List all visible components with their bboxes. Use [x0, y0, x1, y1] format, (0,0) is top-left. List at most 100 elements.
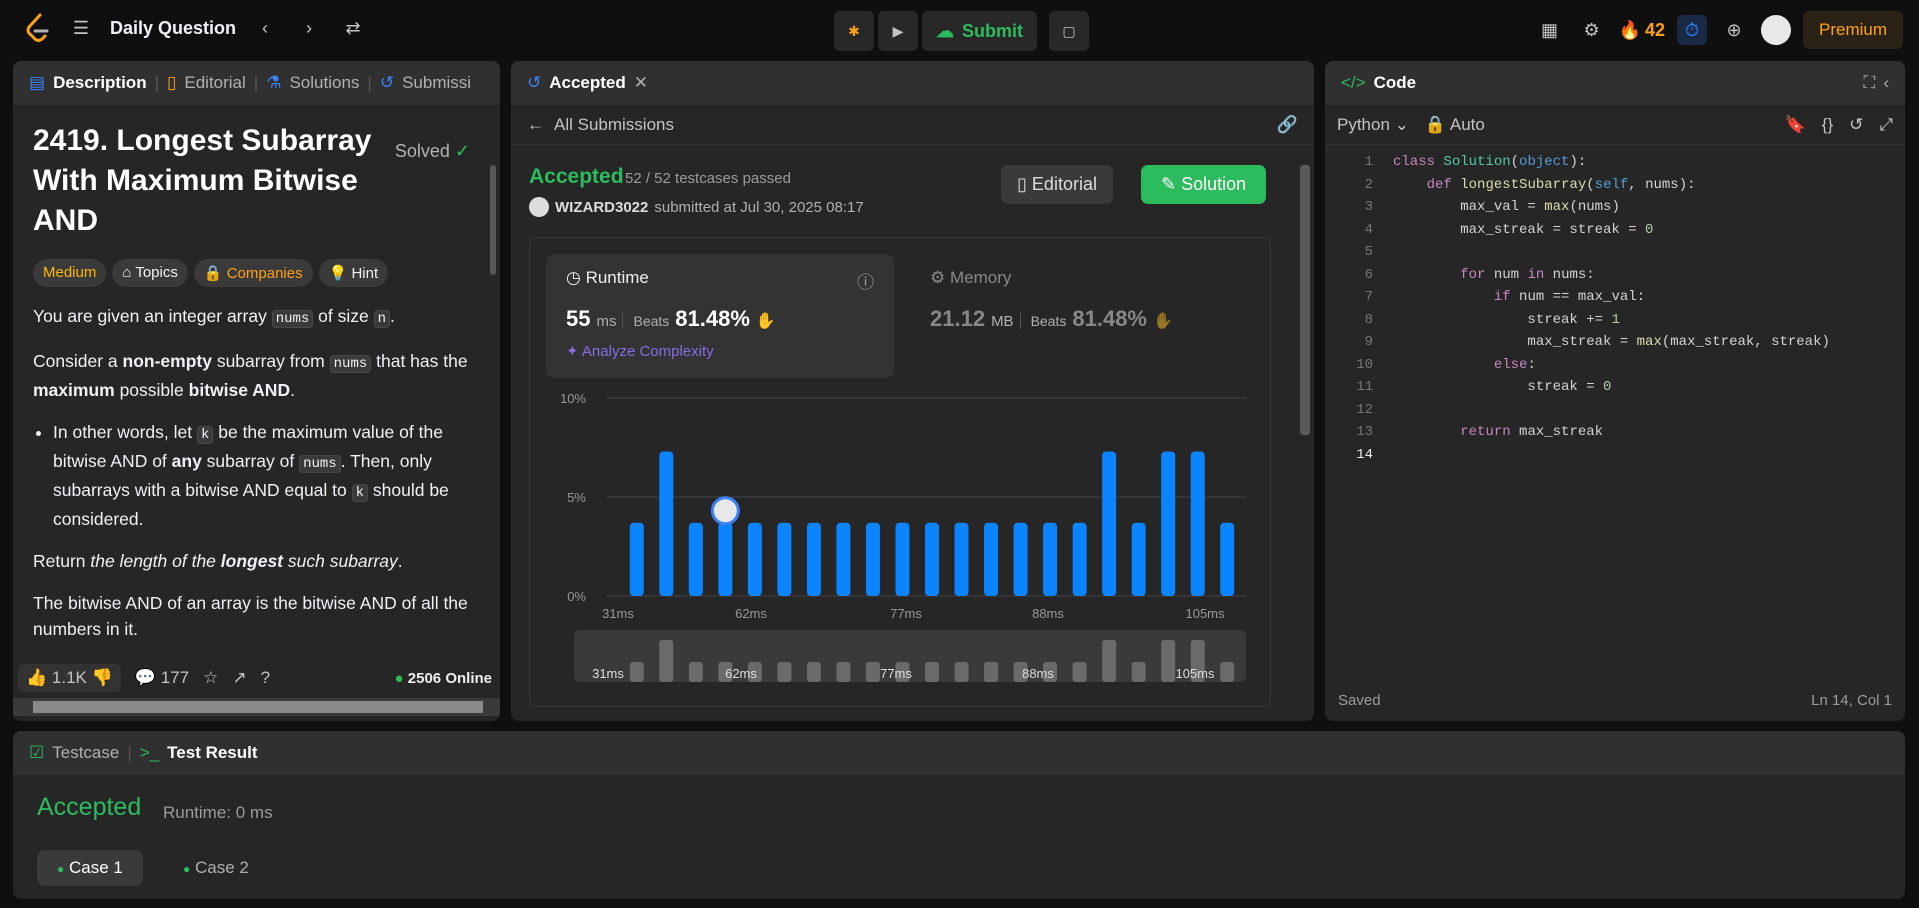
tab-solutions[interactable]: Solutions: [289, 73, 359, 93]
favorite-star-icon[interactable]: ☆: [203, 668, 218, 688]
comments-button[interactable]: 💬 177: [135, 668, 189, 688]
runtime-distribution-chart[interactable]: 10% 5% 0% 31ms 62ms 77ms 88ms 105ms 31ms 62ms 77ms…: [530, 388, 1270, 706]
back-arrow-icon[interactable]: ←: [527, 115, 544, 135]
editorial-button[interactable]: ▯ Editorial: [1001, 165, 1113, 204]
code-line[interactable]: 3 max_val = max(nums): [1325, 196, 1905, 219]
submit-button[interactable]: ☁ Submit: [922, 11, 1037, 51]
submission-scrollbar[interactable]: [1298, 149, 1310, 709]
tab-testcase[interactable]: Testcase: [52, 743, 119, 763]
problem-list-icon[interactable]: ☰: [66, 13, 96, 43]
language-select[interactable]: Python ⌄: [1337, 115, 1409, 135]
format-braces-icon[interactable]: {}: [1822, 115, 1833, 135]
y-tick-label: 5%: [567, 490, 586, 505]
debug-button[interactable]: ✱: [834, 11, 874, 51]
terminal-icon: >_: [139, 743, 160, 762]
collapse-icon[interactable]: ‹: [1883, 73, 1889, 93]
tab-editorial[interactable]: Editorial: [184, 73, 245, 93]
premium-button[interactable]: Premium: [1802, 11, 1903, 49]
line-number: 10: [1356, 356, 1373, 373]
case-1-tab[interactable]: ● Case 1: [37, 850, 143, 886]
shuffle-icon[interactable]: ⇄: [338, 13, 368, 43]
username[interactable]: WIZARD3022: [555, 199, 648, 216]
all-submissions-link[interactable]: All Submissions: [554, 115, 674, 135]
analyze-complexity-link[interactable]: ✦ Analyze Complexity: [566, 342, 874, 360]
runtime-card[interactable]: ◷ Runtime ⓘ 55 ms Beats 81.48% ✋ ✦ Analyze Co…: [546, 254, 894, 378]
topics-tag[interactable]: ⌂ Topics: [112, 259, 188, 287]
page-title[interactable]: Daily Question: [110, 18, 236, 39]
overview-bar: [1220, 662, 1235, 682]
avatar[interactable]: [1760, 15, 1791, 45]
add-friend-icon[interactable]: ⊕: [1719, 15, 1749, 45]
link-icon[interactable]: 🔗: [1277, 115, 1298, 135]
settings-gear-icon[interactable]: ⚙: [1577, 15, 1607, 45]
scroll-thumb[interactable]: [1300, 165, 1310, 435]
like-count: 1.1K: [51, 668, 87, 687]
chart-bar: [925, 522, 939, 596]
chart-bar: [777, 522, 792, 596]
tab-description[interactable]: Description: [53, 73, 147, 93]
x-tick-label: 62ms: [735, 606, 767, 621]
next-problem-icon[interactable]: ›: [294, 13, 324, 43]
fullscreen-icon[interactable]: ⛶: [1863, 73, 1875, 93]
info-icon[interactable]: ⓘ: [857, 268, 874, 293]
solution-button[interactable]: ✎ Solution: [1141, 165, 1267, 204]
notes-button[interactable]: ▢: [1049, 11, 1089, 51]
code-text: def longestSubarray(self, nums):: [1426, 176, 1696, 193]
cursor-position: Ln 14, Col 1: [1811, 692, 1892, 709]
chart-bar: [836, 522, 851, 596]
bold-text: maximum: [33, 380, 115, 400]
user-avatar[interactable]: [529, 197, 549, 217]
overview-bar: [1161, 640, 1176, 682]
runtime-label: Runtime: [585, 268, 649, 287]
companies-tag[interactable]: 🔒 Companies: [193, 259, 313, 287]
run-button[interactable]: ▶: [878, 11, 918, 51]
code-line[interactable]: 9 max_streak = max(max_streak, streak): [1325, 331, 1905, 354]
tab-accepted[interactable]: Accepted: [549, 73, 626, 93]
code-line[interactable]: 13 return max_streak: [1325, 421, 1905, 444]
auto-mode[interactable]: 🔒 Auto: [1425, 115, 1485, 135]
code-line[interactable]: 1 class Solution(object):: [1325, 151, 1905, 174]
x-tick-label: 77ms: [890, 606, 922, 621]
code-line[interactable]: 14: [1325, 444, 1905, 467]
tab-submissions[interactable]: Submissi: [402, 73, 471, 93]
help-icon[interactable]: ?: [261, 668, 270, 688]
code-line[interactable]: 10 else:: [1325, 354, 1905, 377]
reset-icon[interactable]: ↺: [1849, 115, 1863, 135]
case-2-tab[interactable]: ● Case 2: [163, 850, 269, 886]
code-editor[interactable]: 1 class Solution(object): 2 def longestSub…: [1325, 151, 1905, 466]
share-icon[interactable]: ↗: [232, 668, 246, 688]
horizontal-scrollbar[interactable]: [13, 698, 500, 716]
prev-problem-icon[interactable]: ‹: [250, 13, 280, 43]
code-line[interactable]: 11 streak = 0: [1325, 376, 1905, 399]
layout-icon[interactable]: ▦: [1535, 15, 1565, 45]
memory-card[interactable]: ⚙ Memory 21.12 MB Beats 81.48% ✋: [910, 254, 1250, 378]
code-line[interactable]: 12: [1325, 399, 1905, 422]
code-line[interactable]: 2 def longestSubarray(self, nums):: [1325, 174, 1905, 197]
submission-nav: ← All Submissions 🔗: [511, 105, 1314, 145]
scroll-thumb[interactable]: [490, 165, 496, 275]
paragraph-3: Return the length of the longest such su…: [33, 548, 480, 574]
code-line[interactable]: 8 streak += 1: [1325, 309, 1905, 332]
expand-icon[interactable]: ⤢: [1879, 115, 1893, 135]
code-line[interactable]: 5: [1325, 241, 1905, 264]
scroll-thumb[interactable]: [33, 701, 483, 713]
leetcode-logo-icon[interactable]: [24, 13, 52, 43]
text: You are given an integer array: [33, 306, 272, 326]
tab-test-result[interactable]: Test Result: [167, 743, 257, 763]
description-scrollbar[interactable]: [490, 105, 498, 645]
x-tick-label: 31ms: [602, 606, 634, 621]
code-line[interactable]: 6 for num in nums:: [1325, 264, 1905, 287]
code-line[interactable]: 7 if num == max_val:: [1325, 286, 1905, 309]
streak-counter[interactable]: 🔥 42: [1619, 20, 1665, 41]
tab-code[interactable]: Code: [1374, 73, 1417, 93]
bookmark-icon[interactable]: 🔖: [1785, 115, 1806, 135]
code-line[interactable]: 4 max_streak = streak = 0: [1325, 219, 1905, 242]
inline-code: k: [351, 484, 369, 502]
timer-icon[interactable]: ⏱: [1676, 15, 1707, 45]
like-button[interactable]: 👍 1.1K 👎: [18, 664, 121, 692]
play-icon: ▶: [892, 22, 904, 39]
close-tab-icon[interactable]: ✕: [634, 73, 648, 93]
lock-icon: 🔒: [1424, 114, 1447, 134]
hint-tag[interactable]: 💡 Hint: [318, 259, 389, 287]
text: that has the: [371, 351, 468, 371]
